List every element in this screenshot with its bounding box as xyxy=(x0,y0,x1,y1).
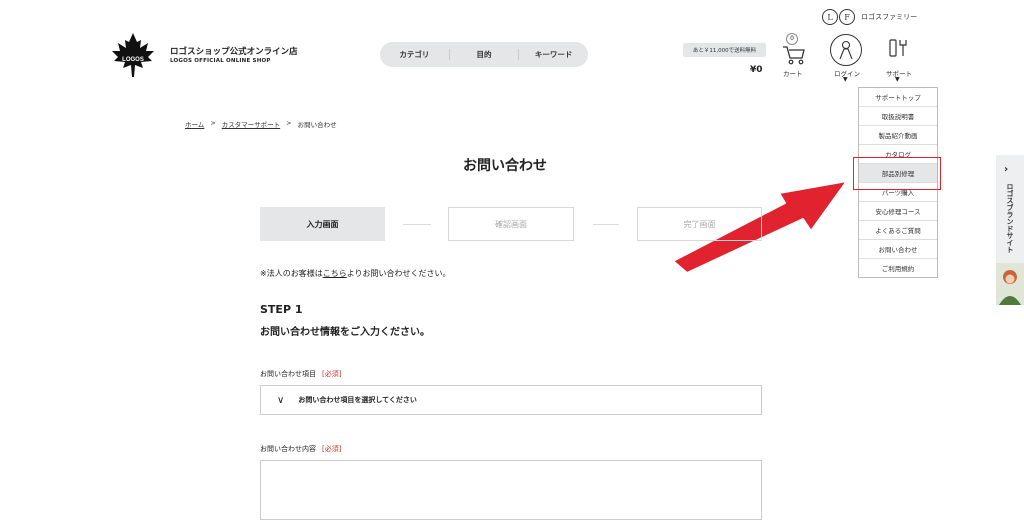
required-badge: [必須] xyxy=(322,445,342,453)
menu-item-videos[interactable]: 製品紹介動画 xyxy=(859,126,937,145)
tab-category[interactable]: カテゴリ xyxy=(380,49,450,60)
corporate-note: ※法人のお客様はこちらよりお問い合わせください。 xyxy=(260,269,451,278)
tab-purpose[interactable]: 目的 xyxy=(450,49,520,60)
step-subheading: お問い合わせ情報をご入力ください。 xyxy=(260,327,430,338)
shop-title: ロゴスショップ公式オンライン店 xyxy=(170,47,298,57)
family-label: ロゴスファミリー xyxy=(861,13,918,21)
logos-maple-logo[interactable]: LOGOS xyxy=(110,32,156,78)
menu-item-manuals[interactable]: 取扱説明書 xyxy=(859,107,937,126)
cart-count-badge: 0 xyxy=(786,33,798,45)
corporate-link[interactable]: こちら xyxy=(323,269,347,278)
highlight-box xyxy=(853,157,941,190)
login-button[interactable] xyxy=(830,34,862,66)
page-title: お問い合わせ xyxy=(463,158,547,174)
menu-item-contact[interactable]: お問い合わせ xyxy=(859,240,937,259)
breadcrumb: ホーム > カスタマーサポート > お問い合わせ xyxy=(185,119,337,129)
breadcrumb-separator: > xyxy=(286,119,292,127)
field-label-category: お問い合わせ項目 [必須] xyxy=(260,370,342,378)
tab-keyword[interactable]: キーワード xyxy=(519,49,588,60)
step-connector xyxy=(593,224,619,225)
step-heading: STEP 1 xyxy=(260,303,303,316)
menu-item-faq[interactable]: よくあるご質問 xyxy=(859,221,937,240)
logo-text: LOGOS xyxy=(122,57,144,63)
content-textarea[interactable] xyxy=(260,460,762,520)
breadcrumb-current: お問い合わせ xyxy=(297,121,337,129)
cart-label[interactable]: カート xyxy=(783,68,803,78)
menu-item-repair-course[interactable]: 安心修理コース xyxy=(859,202,937,221)
cart-total: ¥0 xyxy=(750,65,763,75)
brand-site-side-tab[interactable]: › ロゴスブランドサイト xyxy=(996,155,1024,305)
brand-site-label: ロゴスブランドサイト xyxy=(1006,183,1014,253)
breadcrumb-support[interactable]: カスタマーサポート xyxy=(222,119,280,129)
family-link[interactable]: L F ロゴスファミリー xyxy=(822,9,917,25)
breadcrumb-separator: > xyxy=(210,119,216,127)
breadcrumb-home[interactable]: ホーム xyxy=(185,119,204,129)
field-label-content: お問い合わせ内容 [必須] xyxy=(260,445,342,453)
support-caret-icon: ▼ xyxy=(895,76,900,83)
user-icon xyxy=(839,40,853,60)
required-badge: [必須] xyxy=(322,370,342,378)
search-nav-pill: カテゴリ 目的 キーワード xyxy=(380,42,588,67)
model-photo xyxy=(996,263,1024,305)
login-caret-icon: ▼ xyxy=(843,76,848,83)
step-connector xyxy=(403,224,431,225)
category-select-placeholder: お問い合わせ項目を選択してください xyxy=(298,396,417,404)
family-logo: L F xyxy=(822,9,855,25)
menu-item-support-top[interactable]: サポートトップ xyxy=(859,88,937,107)
chevron-right-icon: › xyxy=(1004,164,1009,175)
step-complete: 完了画面 xyxy=(637,207,762,241)
category-select[interactable]: ∨ お問い合わせ項目を選択してください xyxy=(260,385,762,415)
step-input: 入力画面 xyxy=(260,207,385,241)
free-shipping-note: あと￥11,000で送料無料 xyxy=(683,43,766,57)
step-confirm: 確認画面 xyxy=(448,207,574,241)
tools-icon[interactable] xyxy=(887,37,909,59)
chevron-down-icon: ∨ xyxy=(277,394,285,406)
menu-item-terms[interactable]: ご利用規約 xyxy=(859,259,937,277)
shop-subtitle: LOGOS OFFICIAL ONLINE SHOP xyxy=(170,58,271,64)
